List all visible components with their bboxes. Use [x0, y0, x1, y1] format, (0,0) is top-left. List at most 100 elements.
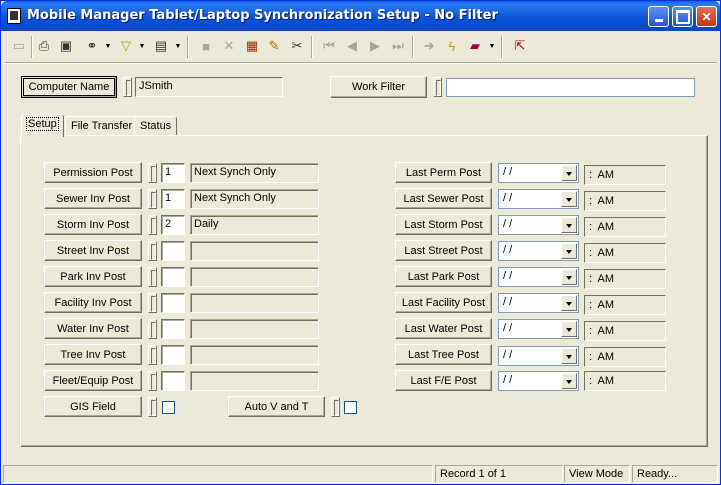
- tree-inv-post-num[interactable]: [161, 345, 185, 365]
- chevron-down-icon[interactable]: [561, 373, 577, 389]
- last-perm-post-time[interactable]: : AM: [584, 165, 666, 185]
- save-icon[interactable]: ■: [196, 36, 216, 56]
- binoculars-icon[interactable]: ⚭: [82, 36, 102, 56]
- last-water-post-button[interactable]: Last Water Post: [395, 318, 492, 339]
- tab-file-transfer[interactable]: File Transfer: [65, 116, 139, 136]
- gis-field-grip[interactable]: [148, 397, 157, 417]
- park-inv-post-grip[interactable]: [148, 267, 157, 287]
- last-storm-post-date[interactable]: / /: [498, 215, 579, 235]
- filter-dropdown[interactable]: ▼: [138, 36, 146, 56]
- last-fe-post-date[interactable]: / /: [498, 371, 579, 391]
- last-street-post-date[interactable]: / /: [498, 241, 579, 261]
- last-facility-post-button[interactable]: Last Facility Post: [395, 292, 492, 313]
- last-park-post-date[interactable]: / /: [498, 267, 579, 287]
- auto-v-and-t-button[interactable]: Auto V and T: [228, 396, 325, 417]
- title-bar[interactable]: Mobile Manager Tablet/Laptop Synchroniza…: [1, 1, 720, 31]
- last-tree-post-date[interactable]: / /: [498, 346, 579, 366]
- chevron-down-icon[interactable]: [561, 269, 577, 285]
- chevron-down-icon[interactable]: [561, 295, 577, 311]
- first-record-icon[interactable]: ⏮: [319, 36, 339, 56]
- permission-post-num[interactable]: 1: [161, 163, 185, 183]
- chevron-down-icon[interactable]: [561, 165, 577, 181]
- fleet-equip-post-num[interactable]: [161, 371, 185, 391]
- report-dropdown[interactable]: ▼: [174, 36, 182, 56]
- form-icon[interactable]: ▭: [9, 36, 29, 56]
- gis-field-checkbox[interactable]: [162, 401, 175, 414]
- report-icon[interactable]: ▤: [151, 36, 171, 56]
- last-water-post-date[interactable]: / /: [498, 319, 579, 339]
- chevron-down-icon[interactable]: [561, 191, 577, 207]
- last-street-post-button[interactable]: Last Street Post: [395, 240, 492, 261]
- chevron-down-icon[interactable]: [561, 217, 577, 233]
- work-filter-button[interactable]: Work Filter: [330, 76, 427, 98]
- close-button[interactable]: ✕: [696, 6, 717, 27]
- last-water-post-time[interactable]: : AM: [584, 321, 666, 341]
- auto-v-and-t-grip[interactable]: [331, 397, 340, 417]
- lightning-icon[interactable]: ϟ: [442, 36, 462, 56]
- fleet-equip-post-grip[interactable]: [148, 371, 157, 391]
- tree-inv-post-button[interactable]: Tree Inv Post: [44, 344, 142, 365]
- print-icon[interactable]: ⎙: [34, 36, 54, 56]
- water-inv-post-num[interactable]: [161, 319, 185, 339]
- last-record-icon[interactable]: ⏭: [388, 36, 408, 56]
- last-tree-post-time[interactable]: : AM: [584, 347, 666, 367]
- exit-icon[interactable]: ⇱: [510, 36, 530, 56]
- previous-record-icon[interactable]: ◀: [342, 36, 362, 56]
- edit-pencil-icon[interactable]: ✎: [264, 36, 284, 56]
- storm-inv-post-button[interactable]: Storm Inv Post: [44, 214, 142, 235]
- chevron-down-icon[interactable]: [561, 321, 577, 337]
- maximize-button[interactable]: [672, 6, 693, 27]
- chevron-down-icon[interactable]: [561, 348, 577, 364]
- last-sewer-post-time[interactable]: : AM: [584, 191, 666, 211]
- permission-post-button[interactable]: Permission Post: [44, 162, 142, 183]
- last-tree-post-button[interactable]: Last Tree Post: [395, 344, 492, 365]
- books-icon[interactable]: ▦: [242, 36, 262, 56]
- book-icon[interactable]: ▰: [465, 36, 485, 56]
- computer-name-grip[interactable]: [123, 77, 132, 97]
- computer-name-button[interactable]: Computer Name: [21, 76, 117, 98]
- go-arrow-icon[interactable]: ➜: [419, 36, 439, 56]
- work-filter-input[interactable]: [446, 78, 695, 97]
- sewer-inv-post-grip[interactable]: [148, 189, 157, 209]
- street-inv-post-num[interactable]: [161, 241, 185, 261]
- chevron-down-icon[interactable]: [561, 243, 577, 259]
- last-fe-post-button[interactable]: Last F/E Post: [395, 370, 492, 391]
- tree-inv-post-grip[interactable]: [148, 345, 157, 365]
- last-fe-post-time[interactable]: : AM: [584, 371, 666, 391]
- permission-post-grip[interactable]: [148, 163, 157, 183]
- last-park-post-button[interactable]: Last Park Post: [395, 266, 492, 287]
- sewer-inv-post-button[interactable]: Sewer Inv Post: [44, 188, 142, 209]
- last-facility-post-time[interactable]: : AM: [584, 295, 666, 315]
- minimize-button[interactable]: [648, 6, 669, 27]
- last-storm-post-button[interactable]: Last Storm Post: [395, 214, 492, 235]
- street-inv-post-button[interactable]: Street Inv Post: [44, 240, 142, 261]
- water-inv-post-button[interactable]: Water Inv Post: [44, 318, 142, 339]
- street-inv-post-grip[interactable]: [148, 241, 157, 261]
- next-record-icon[interactable]: ▶: [365, 36, 385, 56]
- last-sewer-post-date[interactable]: / /: [498, 189, 579, 209]
- last-perm-post-button[interactable]: Last Perm Post: [395, 162, 492, 183]
- last-storm-post-time[interactable]: : AM: [584, 217, 666, 237]
- work-filter-grip[interactable]: [433, 77, 442, 97]
- print-preview-icon[interactable]: ▣: [56, 36, 76, 56]
- park-inv-post-button[interactable]: Park Inv Post: [44, 266, 142, 287]
- park-inv-post-num[interactable]: [161, 267, 185, 287]
- last-street-post-time[interactable]: : AM: [584, 243, 666, 263]
- sewer-inv-post-num[interactable]: 1: [161, 189, 185, 209]
- computer-name-field[interactable]: JSmith: [135, 77, 283, 97]
- facility-inv-post-grip[interactable]: [148, 293, 157, 313]
- last-sewer-post-button[interactable]: Last Sewer Post: [395, 188, 492, 209]
- water-inv-post-grip[interactable]: [148, 319, 157, 339]
- binoculars-dropdown[interactable]: ▼: [104, 36, 112, 56]
- storm-inv-post-grip[interactable]: [148, 215, 157, 235]
- gis-field-button[interactable]: GIS Field: [44, 396, 142, 417]
- cut-scissors-icon[interactable]: ✂: [287, 36, 307, 56]
- last-facility-post-date[interactable]: / /: [498, 293, 579, 313]
- facility-inv-post-button[interactable]: Facility Inv Post: [44, 292, 142, 313]
- delete-icon[interactable]: ✕: [219, 36, 239, 56]
- last-park-post-time[interactable]: : AM: [584, 269, 666, 289]
- fleet-equip-post-button[interactable]: Fleet/Equip Post: [44, 370, 142, 391]
- facility-inv-post-num[interactable]: [161, 293, 185, 313]
- tab-status[interactable]: Status: [134, 116, 178, 136]
- last-perm-post-date[interactable]: / /: [498, 163, 579, 183]
